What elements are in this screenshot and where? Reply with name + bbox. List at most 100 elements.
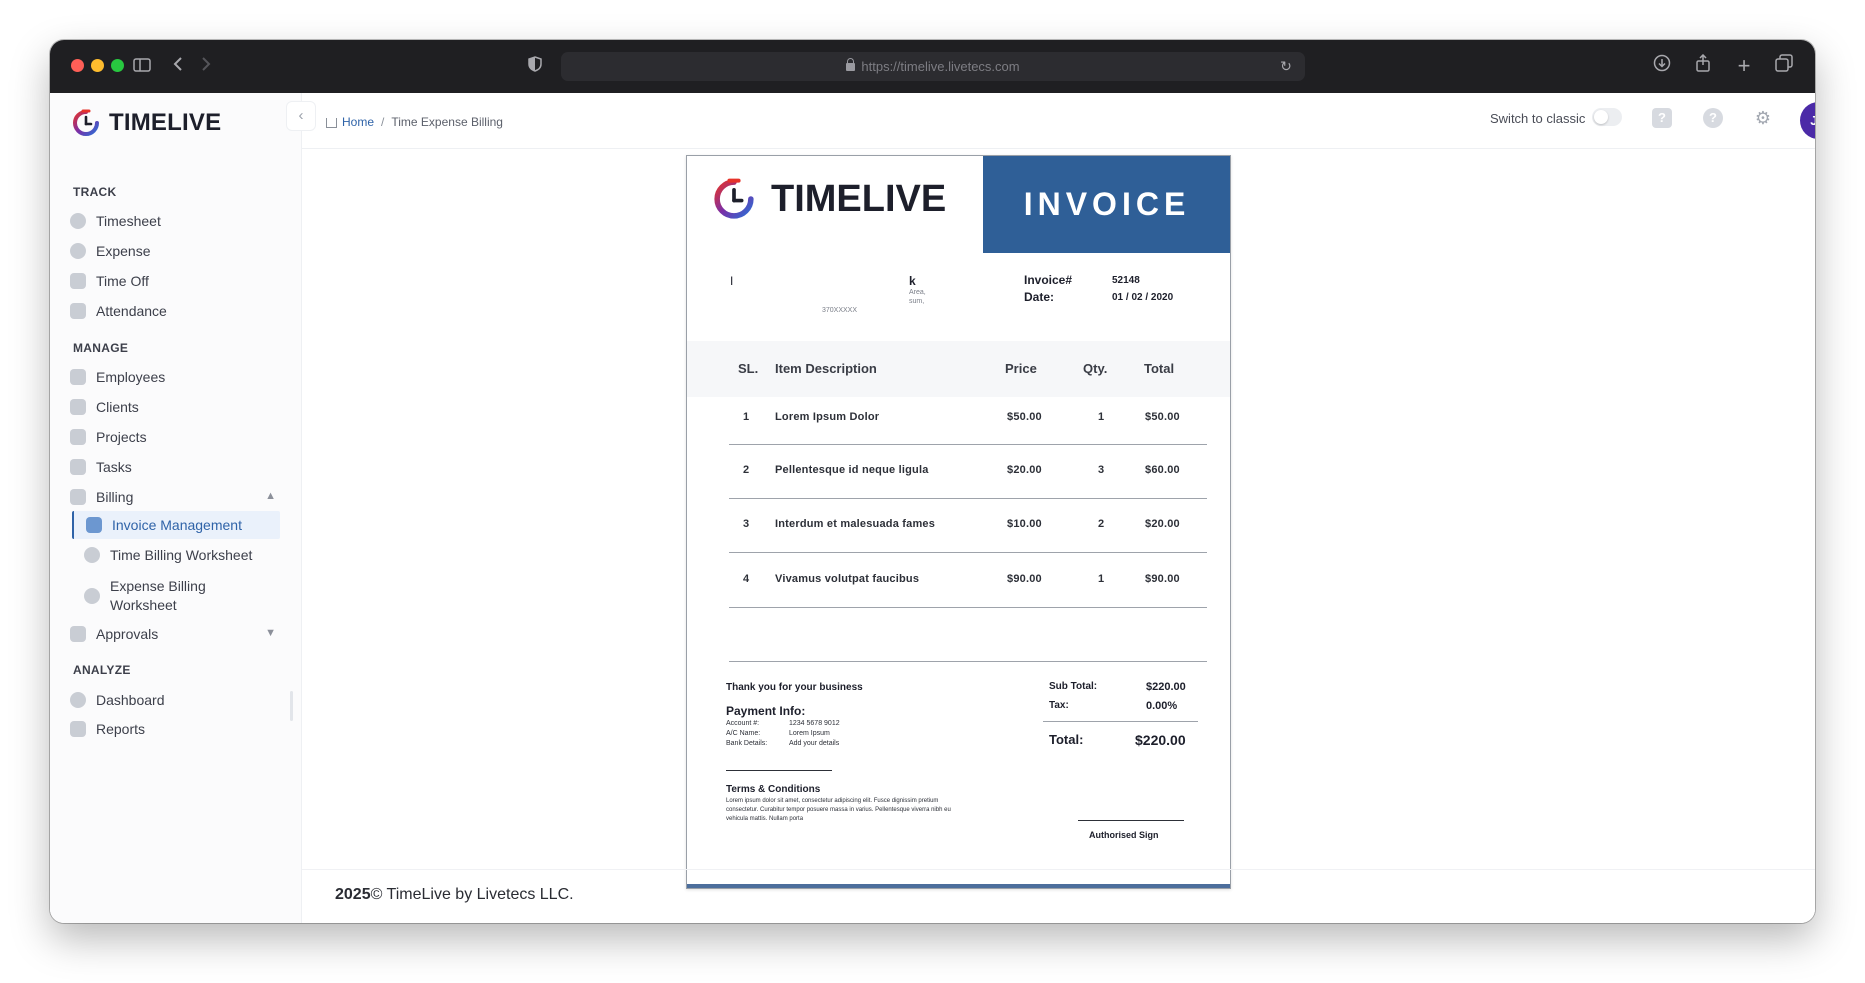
home-icon (326, 118, 337, 128)
attendance-icon (70, 303, 86, 319)
sidebar-item-expense-billing-worksheet[interactable]: Expense Billing Worksheet (72, 576, 242, 616)
breadcrumb-separator: / (381, 115, 385, 129)
signature-line (1078, 820, 1184, 821)
approvals-icon (70, 626, 86, 642)
terms-divider (726, 770, 832, 771)
dashboard-icon (70, 692, 86, 708)
dollar-icon (70, 243, 86, 259)
app-logo[interactable]: TIMELIVE (71, 106, 221, 140)
address-fragment: Area, (909, 289, 926, 296)
address-fragment: sum, (909, 298, 925, 305)
submenu-scrollbar[interactable] (290, 691, 293, 721)
invoice-bottom-bar (687, 884, 1230, 888)
invoice-brand-name: TIMELIVE (771, 177, 947, 220)
clients-icon (70, 399, 86, 415)
maximize-window-button[interactable] (111, 59, 124, 72)
address-fragment: I (730, 274, 734, 288)
forward-icon[interactable] (199, 54, 213, 78)
totals-divider (1043, 721, 1198, 722)
clock-icon (70, 213, 86, 229)
clock-icon (84, 547, 100, 563)
sidebar-item-dashboard[interactable]: Dashboard (70, 687, 280, 713)
sidebar-item-clients[interactable]: Clients (70, 394, 280, 420)
payment-value: Lorem Ipsum (789, 730, 830, 737)
invoice-logo: TIMELIVE (711, 176, 946, 222)
column-header: Total (1144, 361, 1175, 376)
footer-divider (302, 869, 1815, 870)
row-divider (729, 607, 1207, 608)
invoice-number: 52148 (1112, 275, 1140, 286)
sidebar-item-time-off[interactable]: Time Off (70, 268, 280, 294)
avatar[interactable]: JD (1800, 102, 1815, 139)
sidebar-item-employees[interactable]: Employees (70, 364, 280, 390)
collapse-sidebar-button[interactable]: ‹ (286, 101, 316, 131)
sidebar-item-billing[interactable]: Billing ▲ (70, 484, 280, 510)
sidebar-toggle-icon[interactable] (132, 54, 152, 78)
sidebar-item-tasks[interactable]: Tasks (70, 454, 280, 480)
sidebar-item-invoice-management[interactable]: Invoice Management (72, 511, 280, 539)
timelive-logo-icon (711, 176, 757, 222)
total-label: Total: (1049, 732, 1084, 747)
minimize-window-button[interactable] (91, 59, 104, 72)
browser-toolbar: https://timelive.livetecs.com ↻ + (50, 40, 1815, 93)
timelive-logo-icon (71, 108, 101, 138)
sidebar-item-approvals[interactable]: Approvals ▼ (70, 621, 280, 647)
chevron-down-icon: ▼ (265, 627, 276, 639)
gear-icon[interactable]: ⚙ (1753, 108, 1773, 128)
invoice-preview: TIMELIVE INVOICE I k Area, sum, 370XXXXX… (686, 155, 1231, 889)
sidebar-item-expense[interactable]: Expense (70, 238, 280, 264)
total-value: $220.00 (1135, 732, 1186, 748)
column-header: Qty. (1083, 361, 1108, 376)
terms-title: Terms & Conditions (726, 784, 821, 795)
sidebar-item-reports[interactable]: Reports (70, 716, 280, 742)
payment-label: A/C Name: (726, 730, 761, 737)
shield-icon[interactable] (526, 54, 544, 78)
footer-year: 2025 (335, 886, 371, 903)
invoice-date-label: Date: (1024, 290, 1055, 304)
address-bar[interactable]: https://timelive.livetecs.com ↻ (561, 52, 1305, 81)
breadcrumb-home-link[interactable]: Home (342, 115, 374, 129)
tab-overview-icon[interactable] (1774, 54, 1794, 78)
invoice-date: 01 / 02 / 2020 (1112, 292, 1174, 303)
sidebar-item-attendance[interactable]: Attendance (70, 298, 280, 324)
sidebar-item-projects[interactable]: Projects (70, 424, 280, 450)
column-header: Price (1005, 361, 1037, 376)
folder-icon (70, 429, 86, 445)
close-window-button[interactable] (71, 59, 84, 72)
section-manage-title: MANAGE (73, 341, 129, 355)
footer: 2025© TimeLive by Livetecs LLC. (335, 886, 574, 904)
brand-name: TIMELIVE (109, 109, 222, 136)
payment-value: 1234 5678 9012 (789, 720, 840, 727)
subtotal-value: $220.00 (1146, 681, 1186, 693)
reload-icon[interactable]: ↻ (1277, 54, 1295, 78)
sidebar-item-time-billing-worksheet[interactable]: Time Billing Worksheet (72, 542, 280, 568)
switch-classic-toggle[interactable] (1592, 108, 1622, 126)
url-text: https://timelive.livetecs.com (861, 59, 1020, 74)
row-divider (729, 444, 1207, 445)
payment-label: Bank Details: (726, 740, 768, 747)
share-icon[interactable] (1693, 53, 1713, 78)
address-fragment: k (909, 274, 916, 288)
invoice-banner: INVOICE (983, 156, 1230, 253)
payment-value: Add your details (789, 740, 840, 747)
calendar-icon (70, 273, 86, 289)
top-header: Home / Time Expense Billing Switch to cl… (302, 93, 1815, 149)
bar-chart-icon (70, 721, 86, 737)
terms-text: Lorem ipsum dolor sit amet, consectetur … (726, 798, 951, 822)
row-divider (729, 661, 1207, 662)
download-icon[interactable] (1652, 54, 1672, 78)
row-divider (729, 498, 1207, 499)
section-analyze-title: ANALYZE (73, 663, 131, 677)
back-icon[interactable] (171, 54, 185, 78)
help-circle-icon[interactable]: ? (1703, 108, 1723, 128)
help-box-icon[interactable]: ? (1652, 108, 1672, 128)
tax-label: Tax: (1049, 700, 1069, 711)
lock-icon (846, 58, 856, 71)
column-header: SL. (738, 361, 759, 376)
billing-icon (70, 489, 86, 505)
sidebar-item-timesheet[interactable]: Timesheet (70, 208, 280, 234)
breadcrumb: Home / Time Expense Billing (326, 115, 503, 129)
payment-info-title: Payment Info: (726, 704, 806, 718)
new-tab-icon[interactable]: + (1734, 54, 1754, 78)
dollar-icon (84, 588, 100, 604)
